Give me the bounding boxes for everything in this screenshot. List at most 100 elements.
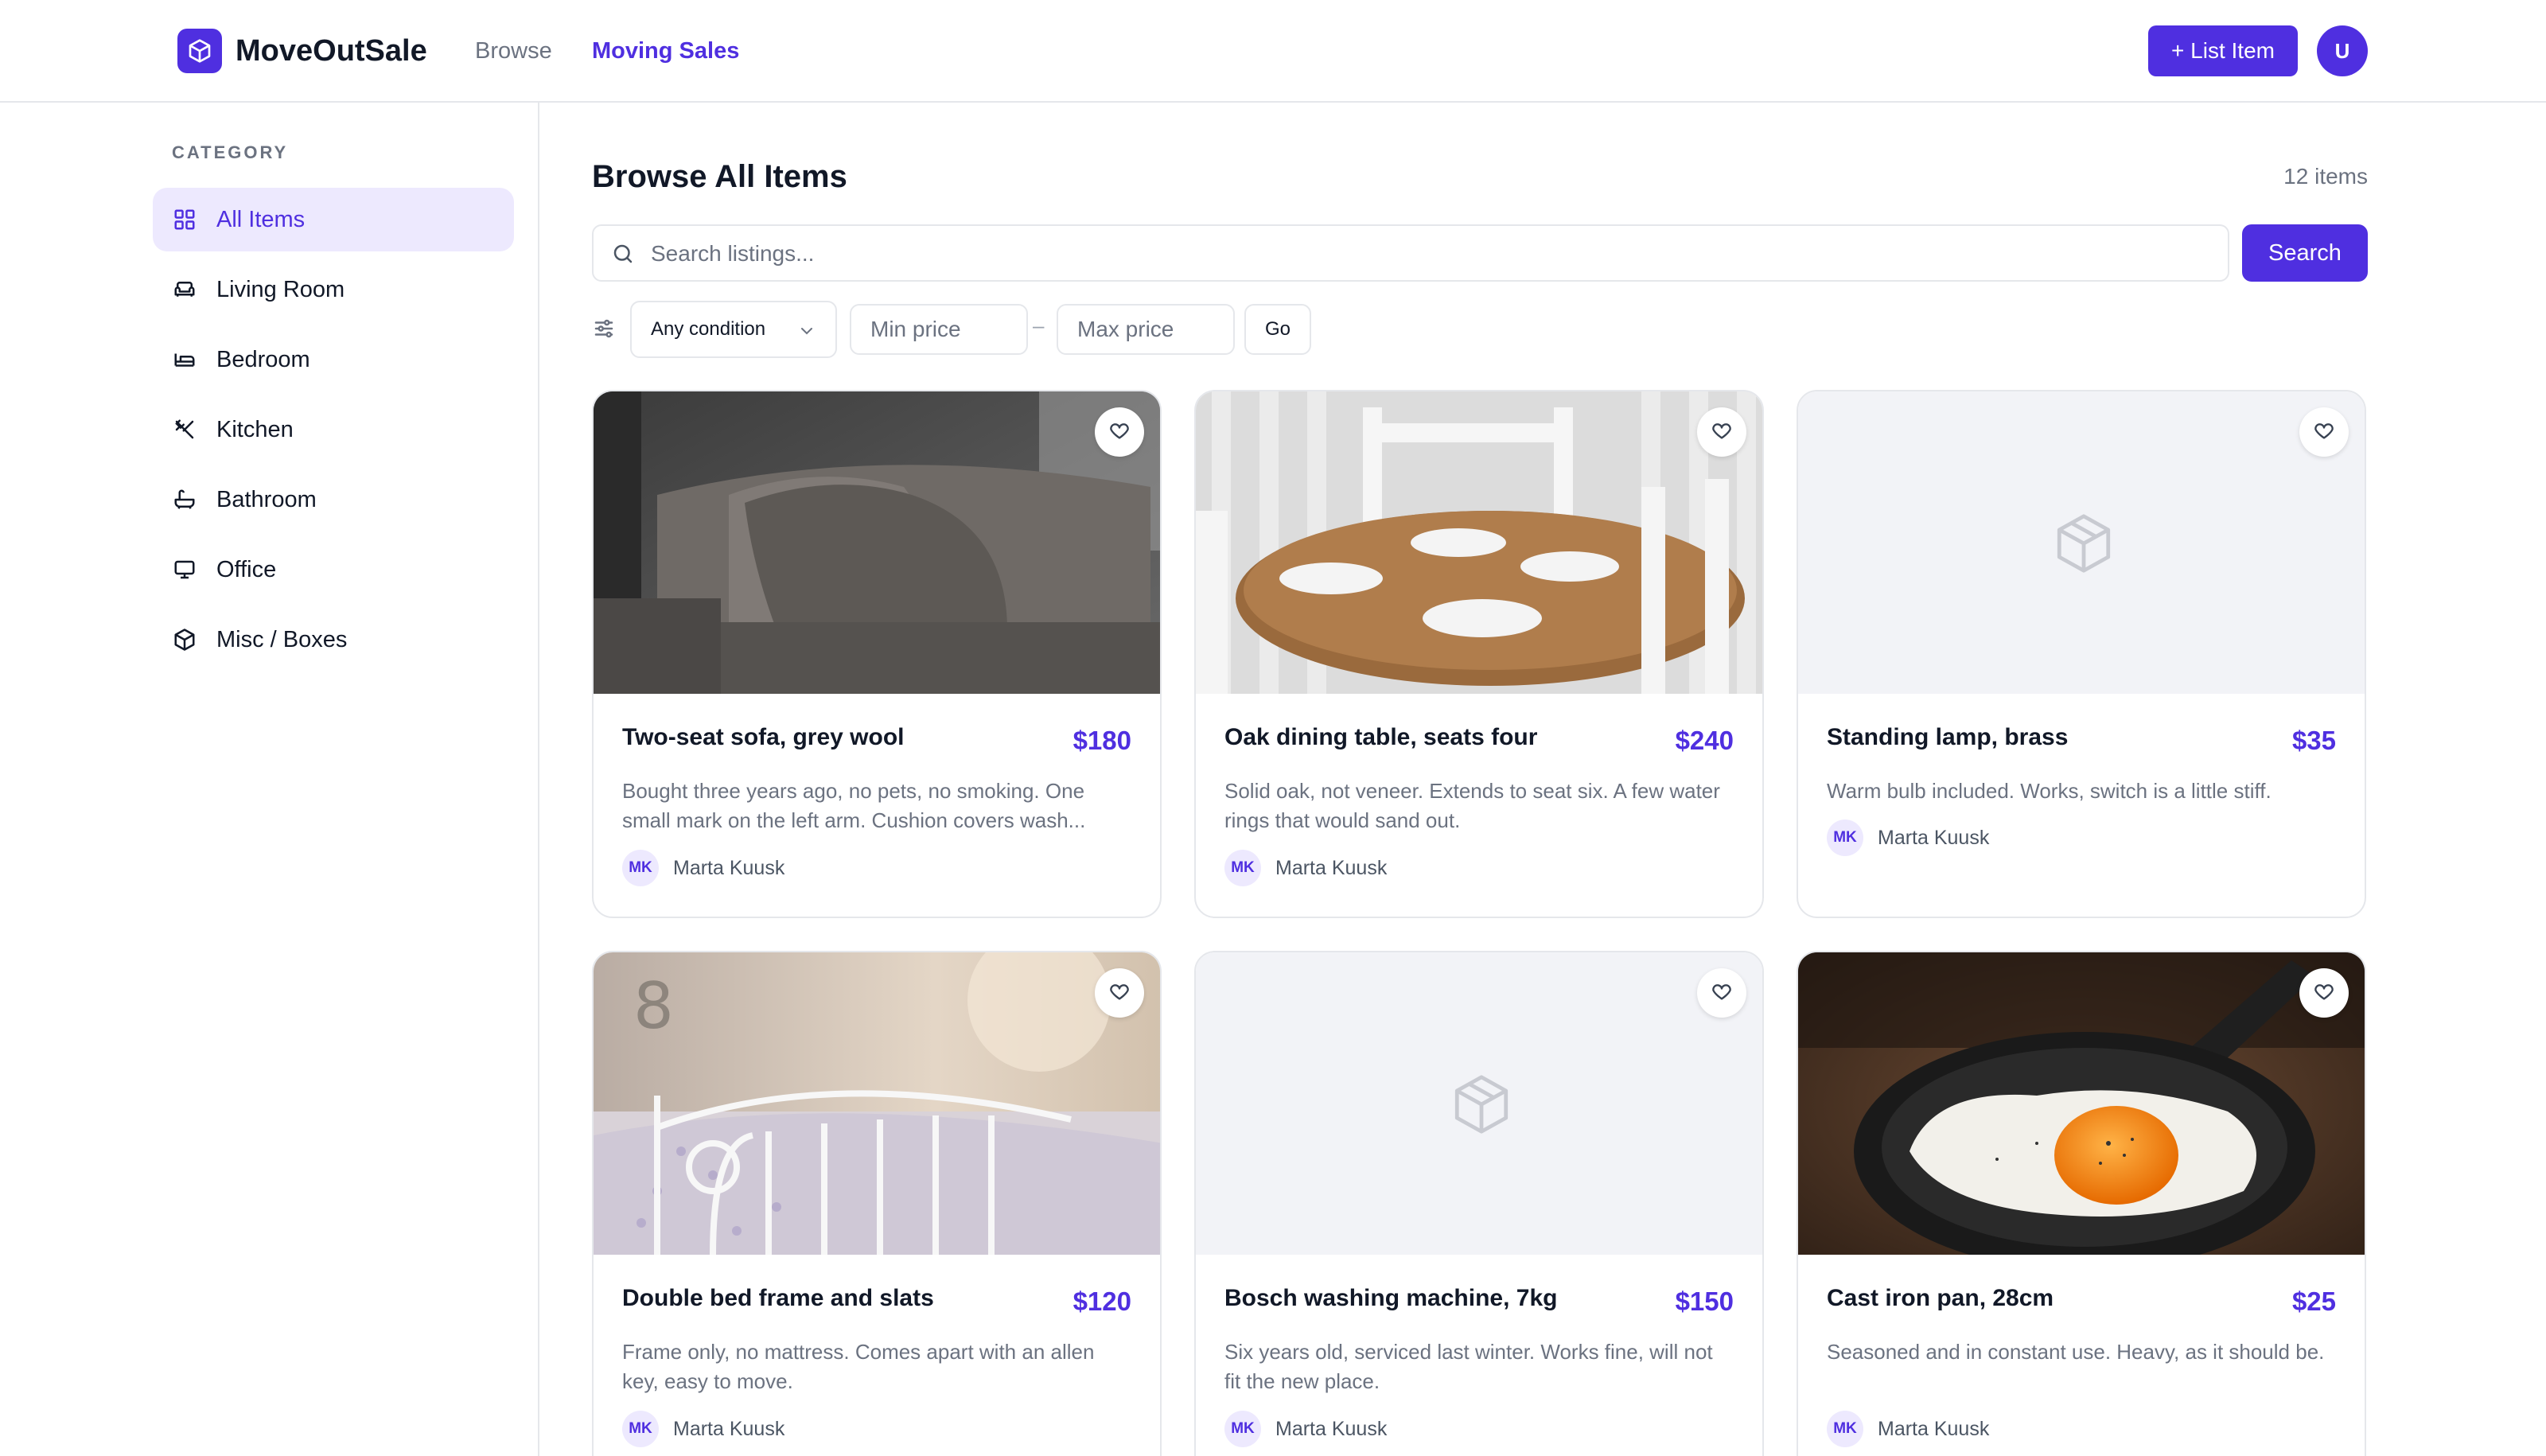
- seller-avatar: MK: [1827, 819, 1863, 856]
- listing-card[interactable]: Cast iron pan, 28cm $25 Seasoned and in …: [1797, 951, 2366, 1456]
- pan-photo[interactable]: [1798, 952, 2365, 1255]
- listing-card[interactable]: Oak dining table, seats four $240 Solid …: [1194, 390, 1764, 918]
- nav-browse[interactable]: Browse: [475, 35, 552, 67]
- sidebar-item-misc-boxes[interactable]: Misc / Boxes: [153, 608, 514, 672]
- listing-title[interactable]: Double bed frame and slats: [622, 1285, 934, 1312]
- filter-sliders-icon[interactable]: [592, 317, 617, 342]
- placeholder-box-icon: [2051, 511, 2116, 580]
- category-sidebar: CATEGORY All Items Living Room Bedroom K…: [0, 103, 539, 1456]
- sofa-photo[interactable]: [594, 391, 1160, 694]
- listing-price: $180: [1073, 726, 1131, 755]
- seller-name: Marta Kuusk: [673, 1417, 785, 1440]
- sidebar-item-living-room[interactable]: Living Room: [153, 258, 514, 321]
- placeholder-box-icon: [1449, 1072, 1514, 1141]
- listing-description: Frame only, no mattress. Comes apart wit…: [622, 1340, 1095, 1393]
- sidebar-item-label: Office: [216, 556, 277, 582]
- sidebar-item-bedroom[interactable]: Bedroom: [153, 328, 514, 391]
- sofa-icon: [172, 277, 197, 302]
- listing-card[interactable]: 8 Double bed frame and slats $120 Frame …: [592, 951, 1162, 1456]
- svg-text:8: 8: [633, 969, 674, 1043]
- listing-title[interactable]: Bosch washing machine, 7kg: [1224, 1285, 1557, 1312]
- bath-icon: [172, 487, 197, 512]
- listing-description: Solid oak, not veneer. Extends to seat s…: [1224, 779, 1720, 832]
- price-range-separator: –: [1033, 313, 1045, 337]
- condition-select[interactable]: Any condition: [630, 301, 837, 358]
- heart-icon: [2313, 419, 2335, 446]
- listing-image-placeholder[interactable]: [1798, 391, 2365, 694]
- heart-icon: [1108, 419, 1131, 446]
- item-count: 12 items: [2283, 164, 2368, 189]
- seller-name: Marta Kuusk: [1275, 856, 1388, 879]
- seller-info: MK Marta Kuusk: [1827, 819, 1989, 856]
- sidebar-item-label: Kitchen: [216, 416, 294, 442]
- sidebar-item-bathroom[interactable]: Bathroom: [153, 468, 514, 531]
- sidebar-item-kitchen[interactable]: Kitchen: [153, 398, 514, 461]
- category-heading: CATEGORY: [172, 142, 289, 162]
- favorite-button[interactable]: [2299, 968, 2349, 1018]
- favorite-button[interactable]: [2299, 407, 2349, 457]
- seller-info: MK Marta Kuusk: [1224, 1411, 1387, 1447]
- listing-description: Seasoned and in constant use. Heavy, as …: [1827, 1340, 2325, 1364]
- search-button[interactable]: Search: [2242, 224, 2368, 282]
- listing-card[interactable]: Standing lamp, brass $35 Warm bulb inclu…: [1797, 390, 2366, 918]
- listing-title[interactable]: Standing lamp, brass: [1827, 724, 2068, 751]
- table-photo[interactable]: [1196, 391, 1762, 694]
- go-button[interactable]: Go: [1244, 304, 1311, 355]
- heart-icon: [1108, 980, 1131, 1006]
- listing-price: $150: [1675, 1287, 1734, 1316]
- seller-info: MK Marta Kuusk: [1827, 1411, 1989, 1447]
- favorite-button[interactable]: [1697, 407, 1746, 457]
- listing-image-placeholder[interactable]: [1196, 952, 1762, 1255]
- seller-info: MK Marta Kuusk: [622, 1411, 784, 1447]
- listing-price: $120: [1073, 1287, 1131, 1316]
- sidebar-item-label: Misc / Boxes: [216, 626, 348, 652]
- bed-photo[interactable]: 8: [594, 952, 1160, 1255]
- seller-avatar: MK: [622, 850, 659, 886]
- sidebar-item-label: Bedroom: [216, 346, 310, 372]
- search-icon: [611, 242, 636, 267]
- sidebar-item-all-items[interactable]: All Items: [153, 188, 514, 251]
- sidebar-item-label: Living Room: [216, 276, 345, 302]
- user-avatar[interactable]: U: [2317, 25, 2368, 76]
- top-header: MoveOutSale Browse Moving Sales + List I…: [0, 0, 2546, 103]
- seller-name: Marta Kuusk: [673, 856, 785, 879]
- chevron-down-icon: [797, 321, 816, 341]
- seller-avatar: MK: [1827, 1411, 1863, 1447]
- listing-title[interactable]: Two-seat sofa, grey wool: [622, 724, 905, 751]
- favorite-button[interactable]: [1095, 407, 1144, 457]
- condition-select-value: Any condition: [651, 318, 766, 340]
- listing-description: Bought three years ago, no pets, no smok…: [622, 779, 1086, 832]
- listing-title[interactable]: Cast iron pan, 28cm: [1827, 1285, 2054, 1312]
- seller-name: Marta Kuusk: [1878, 1417, 1990, 1440]
- listing-title[interactable]: Oak dining table, seats four: [1224, 724, 1537, 751]
- listing-description: Warm bulb included. Works, switch is a l…: [1827, 779, 2272, 803]
- seller-name: Marta Kuusk: [1275, 1417, 1388, 1440]
- sidebar-item-office[interactable]: Office: [153, 538, 514, 601]
- seller-avatar: MK: [622, 1411, 659, 1447]
- utensils-icon: [172, 417, 197, 442]
- brand-name[interactable]: MoveOutSale: [236, 30, 427, 72]
- listing-card[interactable]: Two-seat sofa, grey wool $180 Bought thr…: [592, 390, 1162, 918]
- bed-icon: [172, 347, 197, 372]
- list-item-button[interactable]: + List Item: [2148, 25, 2298, 76]
- sidebar-item-label: Bathroom: [216, 486, 317, 512]
- logo-box-icon[interactable]: [177, 29, 222, 73]
- monitor-icon: [172, 557, 197, 582]
- heart-icon: [1711, 980, 1733, 1006]
- sidebar-item-label: All Items: [216, 206, 306, 232]
- search-input[interactable]: [651, 232, 2210, 275]
- nav-moving-sales[interactable]: Moving Sales: [592, 35, 739, 67]
- box-icon: [172, 627, 197, 652]
- min-price-input[interactable]: Min price: [850, 304, 1028, 355]
- listing-card[interactable]: Bosch washing machine, 7kg $150 Six year…: [1194, 951, 1764, 1456]
- listing-price: $240: [1675, 726, 1734, 755]
- listing-price: $25: [2291, 1287, 2336, 1316]
- seller-name: Marta Kuusk: [1878, 826, 1990, 849]
- favorite-button[interactable]: [1095, 968, 1144, 1018]
- favorite-button[interactable]: [1697, 968, 1746, 1018]
- listing-price: $35: [2291, 726, 2336, 755]
- heart-icon: [1711, 419, 1733, 446]
- max-price-input[interactable]: Max price: [1057, 304, 1235, 355]
- grid-icon: [172, 207, 197, 232]
- seller-info: MK Marta Kuusk: [622, 850, 784, 886]
